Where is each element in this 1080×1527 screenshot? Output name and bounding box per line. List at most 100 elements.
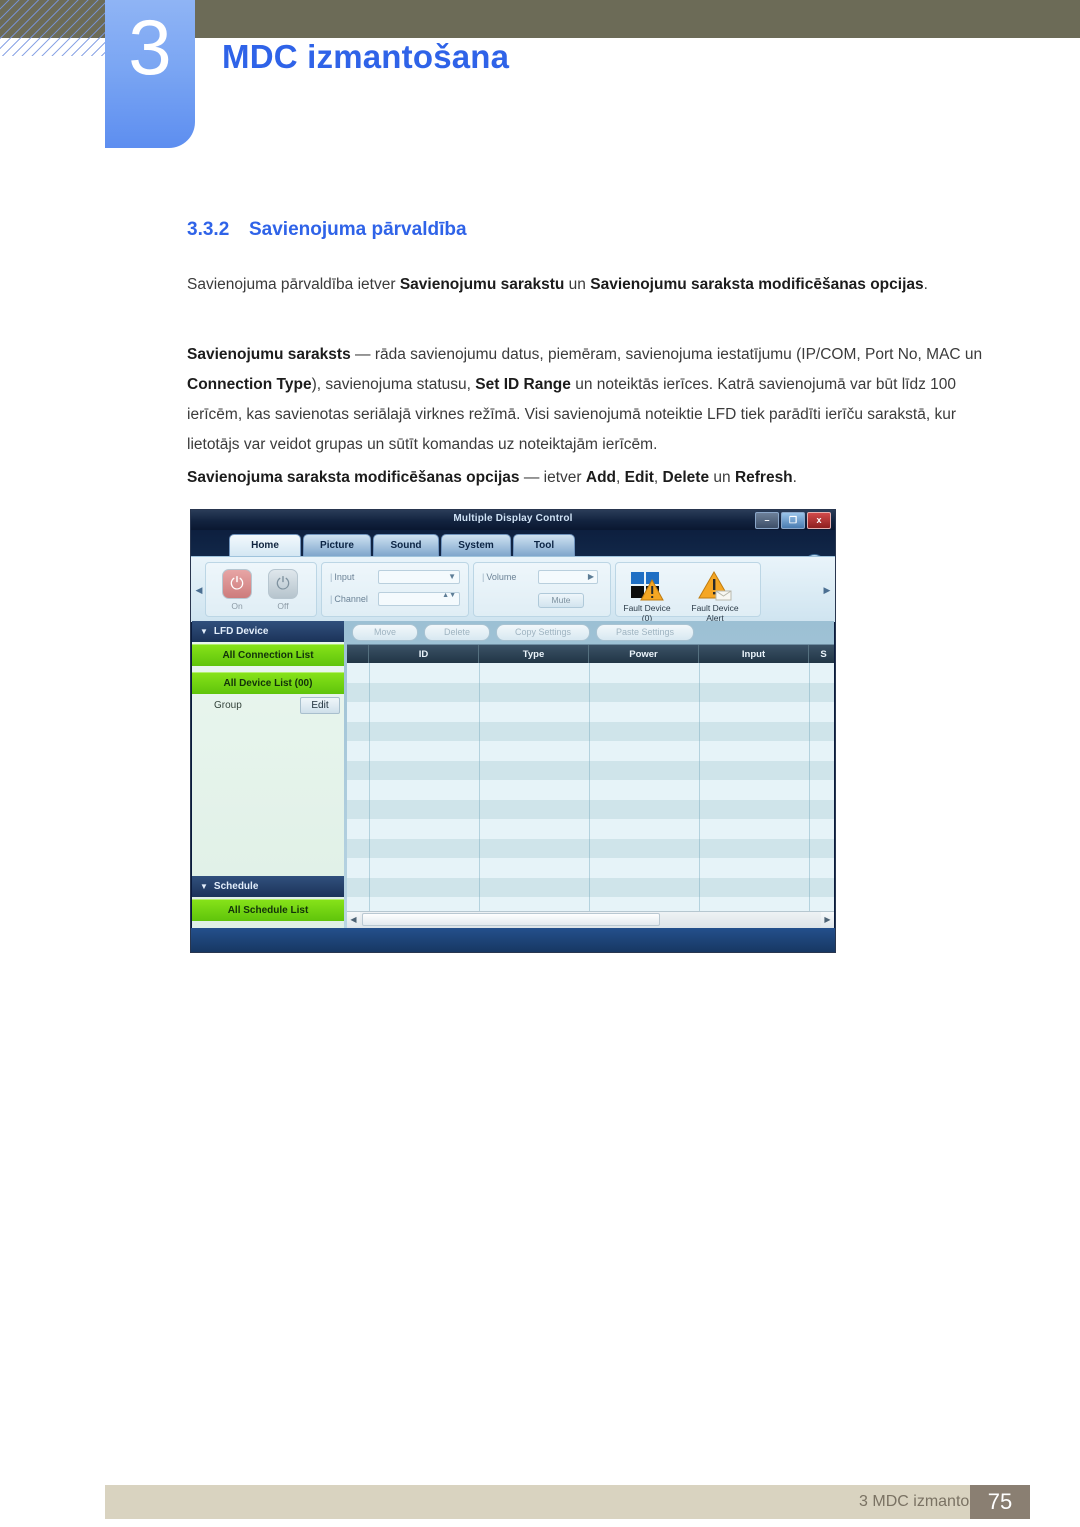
sidebar-group-label: Group — [214, 700, 242, 711]
minimize-icon[interactable]: – — [755, 512, 779, 529]
column-header-select[interactable] — [347, 645, 369, 664]
fault-device-label: Fault Device (0) — [617, 603, 677, 623]
fault-device-alert-icon[interactable] — [698, 571, 732, 601]
device-table: ID Type Power Input S — [347, 644, 834, 912]
sidebar-schedule-label: Schedule — [213, 881, 259, 892]
fault-alert-label-text: Fault Device — [691, 603, 739, 613]
sidebar-header-lfd-device[interactable]: ▼ LFD Device — [192, 621, 344, 642]
volume-label: Volume — [482, 572, 516, 582]
column-header-power[interactable]: Power — [589, 645, 699, 664]
sidebar-header-schedule[interactable]: ▼ Schedule — [192, 876, 344, 897]
table-row[interactable] — [347, 682, 834, 702]
table-row[interactable] — [347, 741, 834, 761]
table-row[interactable] — [347, 877, 834, 897]
volume-field[interactable]: ▶ — [538, 570, 598, 584]
section-heading: 3.3.2 Savienojuma pārvaldība — [187, 219, 467, 241]
chapter-number-box: 3 — [105, 0, 195, 148]
fault-device-label-text: Fault Device — [623, 603, 671, 613]
p3-bold-3: Edit — [624, 469, 654, 486]
hatch-decoration — [0, 0, 112, 56]
toolbar-scroll-right-icon[interactable]: ▶ — [822, 583, 832, 597]
p1-text-3: . — [923, 276, 928, 293]
fault-device-icon[interactable] — [630, 571, 664, 601]
scroll-right-icon[interactable]: ▶ — [821, 912, 834, 927]
table-row[interactable] — [347, 663, 834, 683]
column-header-id[interactable]: ID — [369, 645, 479, 664]
chevron-right-icon: ▶ — [587, 572, 594, 581]
fault-device-group: Fault Device (0) Fault Device Alert — [615, 562, 761, 623]
power-on-label: On — [231, 601, 243, 611]
p2-bold-1: Savienojumu saraksts — [187, 346, 351, 363]
p2-text-1: — rāda savienojumu datus, piemēram, savi… — [350, 346, 983, 363]
close-icon[interactable]: x — [807, 512, 831, 529]
delete-button[interactable]: Delete — [424, 624, 490, 641]
p3-text-3: , — [653, 469, 663, 486]
tab-tool[interactable]: Tool — [513, 534, 575, 556]
mute-button[interactable]: Mute — [538, 593, 584, 608]
table-row[interactable] — [347, 858, 834, 878]
section-number: 3.3.2 — [187, 219, 230, 240]
spinner-icon: ▲▼ — [442, 592, 456, 599]
tab-picture[interactable]: Picture — [303, 534, 371, 556]
table-row[interactable] — [347, 760, 834, 780]
app-window-title: Multiple Display Control — [453, 513, 573, 524]
copy-settings-button[interactable]: Copy Settings — [496, 624, 590, 641]
app-tab-row: Home Picture Sound System Tool ? — [191, 530, 835, 575]
toolbar-scroll-left-icon[interactable]: ◀ — [194, 583, 204, 597]
table-action-bar: Move Delete Copy Settings Paste Settings — [344, 621, 834, 644]
chevron-down-icon: ▼ — [200, 627, 208, 636]
tab-sound[interactable]: Sound — [373, 534, 439, 556]
table-row[interactable] — [347, 702, 834, 722]
power-group: ⏻ On ⏻ Off — [205, 562, 317, 617]
chapter-title: MDC izmantošana — [222, 38, 510, 75]
power-off-button[interactable]: ⏻ — [268, 569, 298, 599]
p1-text-2: un — [564, 276, 591, 293]
p1-bold-2: Savienojumu saraksta modificēšanas opcij… — [590, 276, 924, 293]
p3-text-1: — ietver — [519, 469, 586, 486]
table-row[interactable] — [347, 799, 834, 819]
p3-text-2: , — [616, 469, 625, 486]
horizontal-scrollbar[interactable]: ◀ ▶ — [347, 911, 834, 928]
sidebar-item-all-schedule-list[interactable]: All Schedule List — [192, 899, 344, 921]
paste-settings-button[interactable]: Paste Settings — [596, 624, 694, 641]
channel-label: Channel — [330, 594, 368, 604]
p1-bold-1: Savienojumu sarakstu — [399, 276, 565, 293]
page-number: 75 — [970, 1485, 1030, 1519]
table-row[interactable] — [347, 721, 834, 741]
app-sidebar: ▼ LFD Device All Connection List All Devi… — [192, 621, 344, 928]
table-row[interactable] — [347, 838, 834, 858]
app-main-pane: Move Delete Copy Settings Paste Settings… — [344, 621, 834, 928]
table-row[interactable] — [347, 897, 834, 912]
maximize-icon[interactable]: ❐ — [781, 512, 805, 529]
column-header-input[interactable]: Input — [699, 645, 809, 664]
table-row[interactable] — [347, 780, 834, 800]
group-edit-button[interactable]: Edit — [300, 697, 340, 714]
window-controls: – ❐ x — [755, 512, 831, 529]
column-header-type[interactable]: Type — [479, 645, 589, 664]
p3-bold-4: Delete — [662, 469, 710, 486]
p3-bold-2: Add — [585, 469, 617, 486]
input-dropdown[interactable]: ▼ — [378, 570, 460, 584]
column-header-status[interactable]: S — [809, 645, 834, 664]
app-title-bar: Multiple Display Control – ❐ x — [191, 510, 835, 530]
power-on-button[interactable]: ⏻ — [222, 569, 252, 599]
scroll-left-icon[interactable]: ◀ — [347, 912, 360, 927]
device-table-header: ID Type Power Input S — [347, 644, 834, 664]
paragraph-overview: Savienojuma pārvaldība ietver Savienojum… — [187, 270, 992, 300]
p1-text-1: Savienojuma pārvaldība ietver — [187, 276, 400, 293]
p3-bold-5: Refresh — [734, 469, 793, 486]
sidebar-lfd-label: LFD Device — [213, 626, 269, 637]
chevron-down-icon: ▼ — [200, 882, 208, 891]
p3-text-4: un — [709, 469, 735, 486]
table-row[interactable] — [347, 819, 834, 839]
p3-bold-1: Savienojuma saraksta modificēšanas opcij… — [187, 469, 520, 486]
scrollbar-thumb[interactable] — [362, 913, 660, 926]
mdc-application-screenshot: Multiple Display Control – ❐ x Home Pict… — [190, 509, 836, 953]
sidebar-item-all-device-list[interactable]: All Device List (00) — [192, 672, 344, 694]
tab-home[interactable]: Home — [229, 534, 301, 556]
tab-system[interactable]: System — [441, 534, 511, 556]
sidebar-item-all-connection-list[interactable]: All Connection List — [192, 644, 344, 666]
channel-stepper[interactable]: ▲▼ — [378, 592, 460, 606]
fault-alert-label: Fault Device Alert — [685, 603, 745, 623]
move-button[interactable]: Move — [352, 624, 418, 641]
